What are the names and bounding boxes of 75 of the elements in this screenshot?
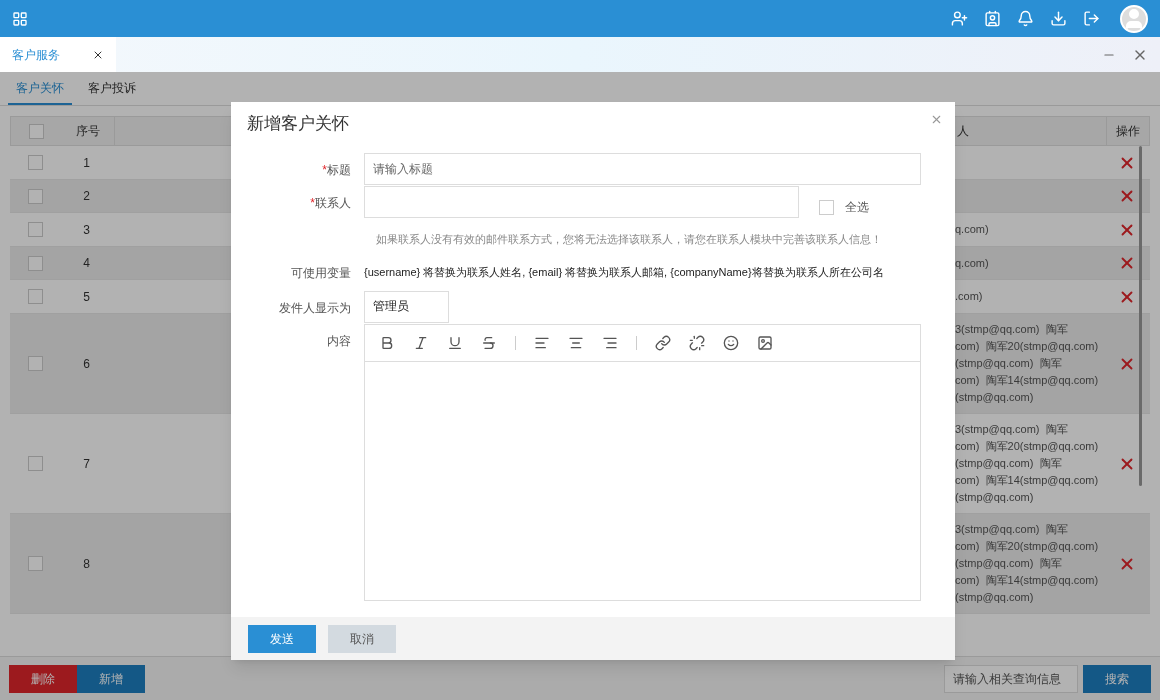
- smiley-icon[interactable]: [723, 334, 739, 351]
- row-checkbox[interactable]: [27, 255, 43, 271]
- table-cell-text: 1: [82, 154, 91, 172]
- table-cell-text: (stmp@qq.com) 陶军: [955, 356, 1063, 371]
- table-cell-text: com) 陶军14(stmp@qq.com): [955, 473, 1100, 488]
- search-button[interactable]: 搜索: [1083, 664, 1151, 693]
- table-cell-text: 3(stmp@qq.com) 陶军: [955, 522, 1069, 537]
- table-cell-text: (stmp@qq.com) 陶军: [955, 556, 1063, 571]
- table-cell-text: q.com): [955, 255, 990, 271]
- tab[interactable]: 客户关怀: [8, 72, 72, 105]
- row-checkbox[interactable]: [27, 456, 43, 471]
- table-cell-text: com) 陶军14(stmp@qq.com): [955, 573, 1100, 588]
- table-cell-text: (stmp@qq.com) 陶军: [955, 456, 1063, 471]
- italic-icon[interactable]: [413, 334, 429, 351]
- column-header: 人: [956, 123, 970, 140]
- link-icon[interactable]: [655, 334, 671, 351]
- field-label: 可使用变量: [290, 264, 352, 282]
- field-label: *联系人: [309, 195, 352, 212]
- tab[interactable]: 客户投诉: [80, 72, 144, 105]
- bell-icon[interactable]: [1017, 10, 1034, 27]
- table-cell-text: q.com): [955, 222, 990, 237]
- dialog-title: 新增客户关怀: [247, 112, 349, 135]
- row-checkbox[interactable]: [27, 222, 43, 237]
- table-cell-text: 7: [82, 455, 91, 473]
- row-checkbox[interactable]: [27, 556, 43, 571]
- title-input[interactable]: 请输入标题: [364, 153, 921, 185]
- dialog-button[interactable]: 取消: [328, 624, 396, 653]
- search-field[interactable]: 请输入相关查询信息: [944, 664, 1078, 693]
- row-checkbox[interactable]: [27, 289, 43, 304]
- column-header: 序号: [74, 123, 101, 140]
- hint-text: 如果联系人没有有效的邮件联系方式，您将无法选择该联系人，请您在联系人模块中完善该联系人信息！: [376, 232, 883, 247]
- action-button[interactable]: 删除: [9, 664, 77, 693]
- field-label: *标题: [321, 162, 352, 179]
- avatar[interactable]: [1120, 4, 1148, 33]
- select-all-checkbox[interactable]: [819, 199, 834, 215]
- table-cell-text: com) 陶军14(stmp@qq.com): [955, 373, 1100, 388]
- add-user-icon[interactable]: [951, 10, 968, 27]
- table-cell-text: 8: [82, 555, 91, 573]
- logout-icon[interactable]: [1083, 10, 1100, 27]
- unlink-icon[interactable]: [689, 334, 705, 351]
- row-checkbox[interactable]: [27, 188, 43, 204]
- table-cell-text: 5: [82, 288, 91, 306]
- table-cell-text: 3(stmp@qq.com) 陶军: [955, 322, 1069, 337]
- underline-icon[interactable]: [447, 334, 463, 351]
- column-header: 操作: [1106, 117, 1149, 145]
- contact-input[interactable]: [364, 186, 799, 218]
- image-icon[interactable]: [757, 334, 773, 351]
- row-checkbox[interactable]: [27, 356, 43, 371]
- sender-input[interactable]: 管理员: [364, 290, 449, 323]
- dialog-button[interactable]: 发送: [248, 624, 316, 653]
- table-cell-text: .com): [955, 289, 984, 304]
- table-cell-text: 2: [82, 188, 91, 205]
- table-cell-text: 3: [82, 221, 91, 239]
- field-label: 内容: [326, 332, 352, 350]
- action-button[interactable]: 新增: [77, 664, 145, 693]
- contact-card-icon[interactable]: [984, 10, 1001, 27]
- table-cell-text: 6: [82, 355, 91, 373]
- window-tab[interactable]: 客户服务: [0, 37, 116, 72]
- strikethrough-icon[interactable]: [481, 334, 497, 351]
- apps-grid-icon[interactable]: [12, 10, 28, 27]
- table-cell-text: (stmp@qq.com): [955, 390, 1035, 405]
- table-cell-text: com) 陶军20(stmp@qq.com): [955, 539, 1100, 554]
- table-cell-text: (stmp@qq.com): [955, 590, 1035, 605]
- table-cell-text: com) 陶军20(stmp@qq.com): [955, 439, 1100, 454]
- select-all-checkbox[interactable]: [28, 123, 44, 139]
- download-icon[interactable]: [1050, 10, 1067, 27]
- table-cell-text: (stmp@qq.com): [955, 490, 1035, 505]
- bold-icon[interactable]: [379, 334, 395, 351]
- table-cell-text: 4: [82, 255, 91, 272]
- variables-text: {username} 将替换为联系人姓名, {email} 将替换为联系人邮箱, {companyName}将替换为联系人所在公司名: [364, 264, 884, 280]
- checkbox-label: 全选: [845, 199, 869, 216]
- row-checkbox[interactable]: [27, 155, 43, 170]
- field-label: 发件人显示为: [278, 299, 352, 317]
- table-cell-text: com) 陶军20(stmp@qq.com): [955, 339, 1100, 354]
- table-cell-text: 3(stmp@qq.com) 陶军: [955, 422, 1069, 437]
